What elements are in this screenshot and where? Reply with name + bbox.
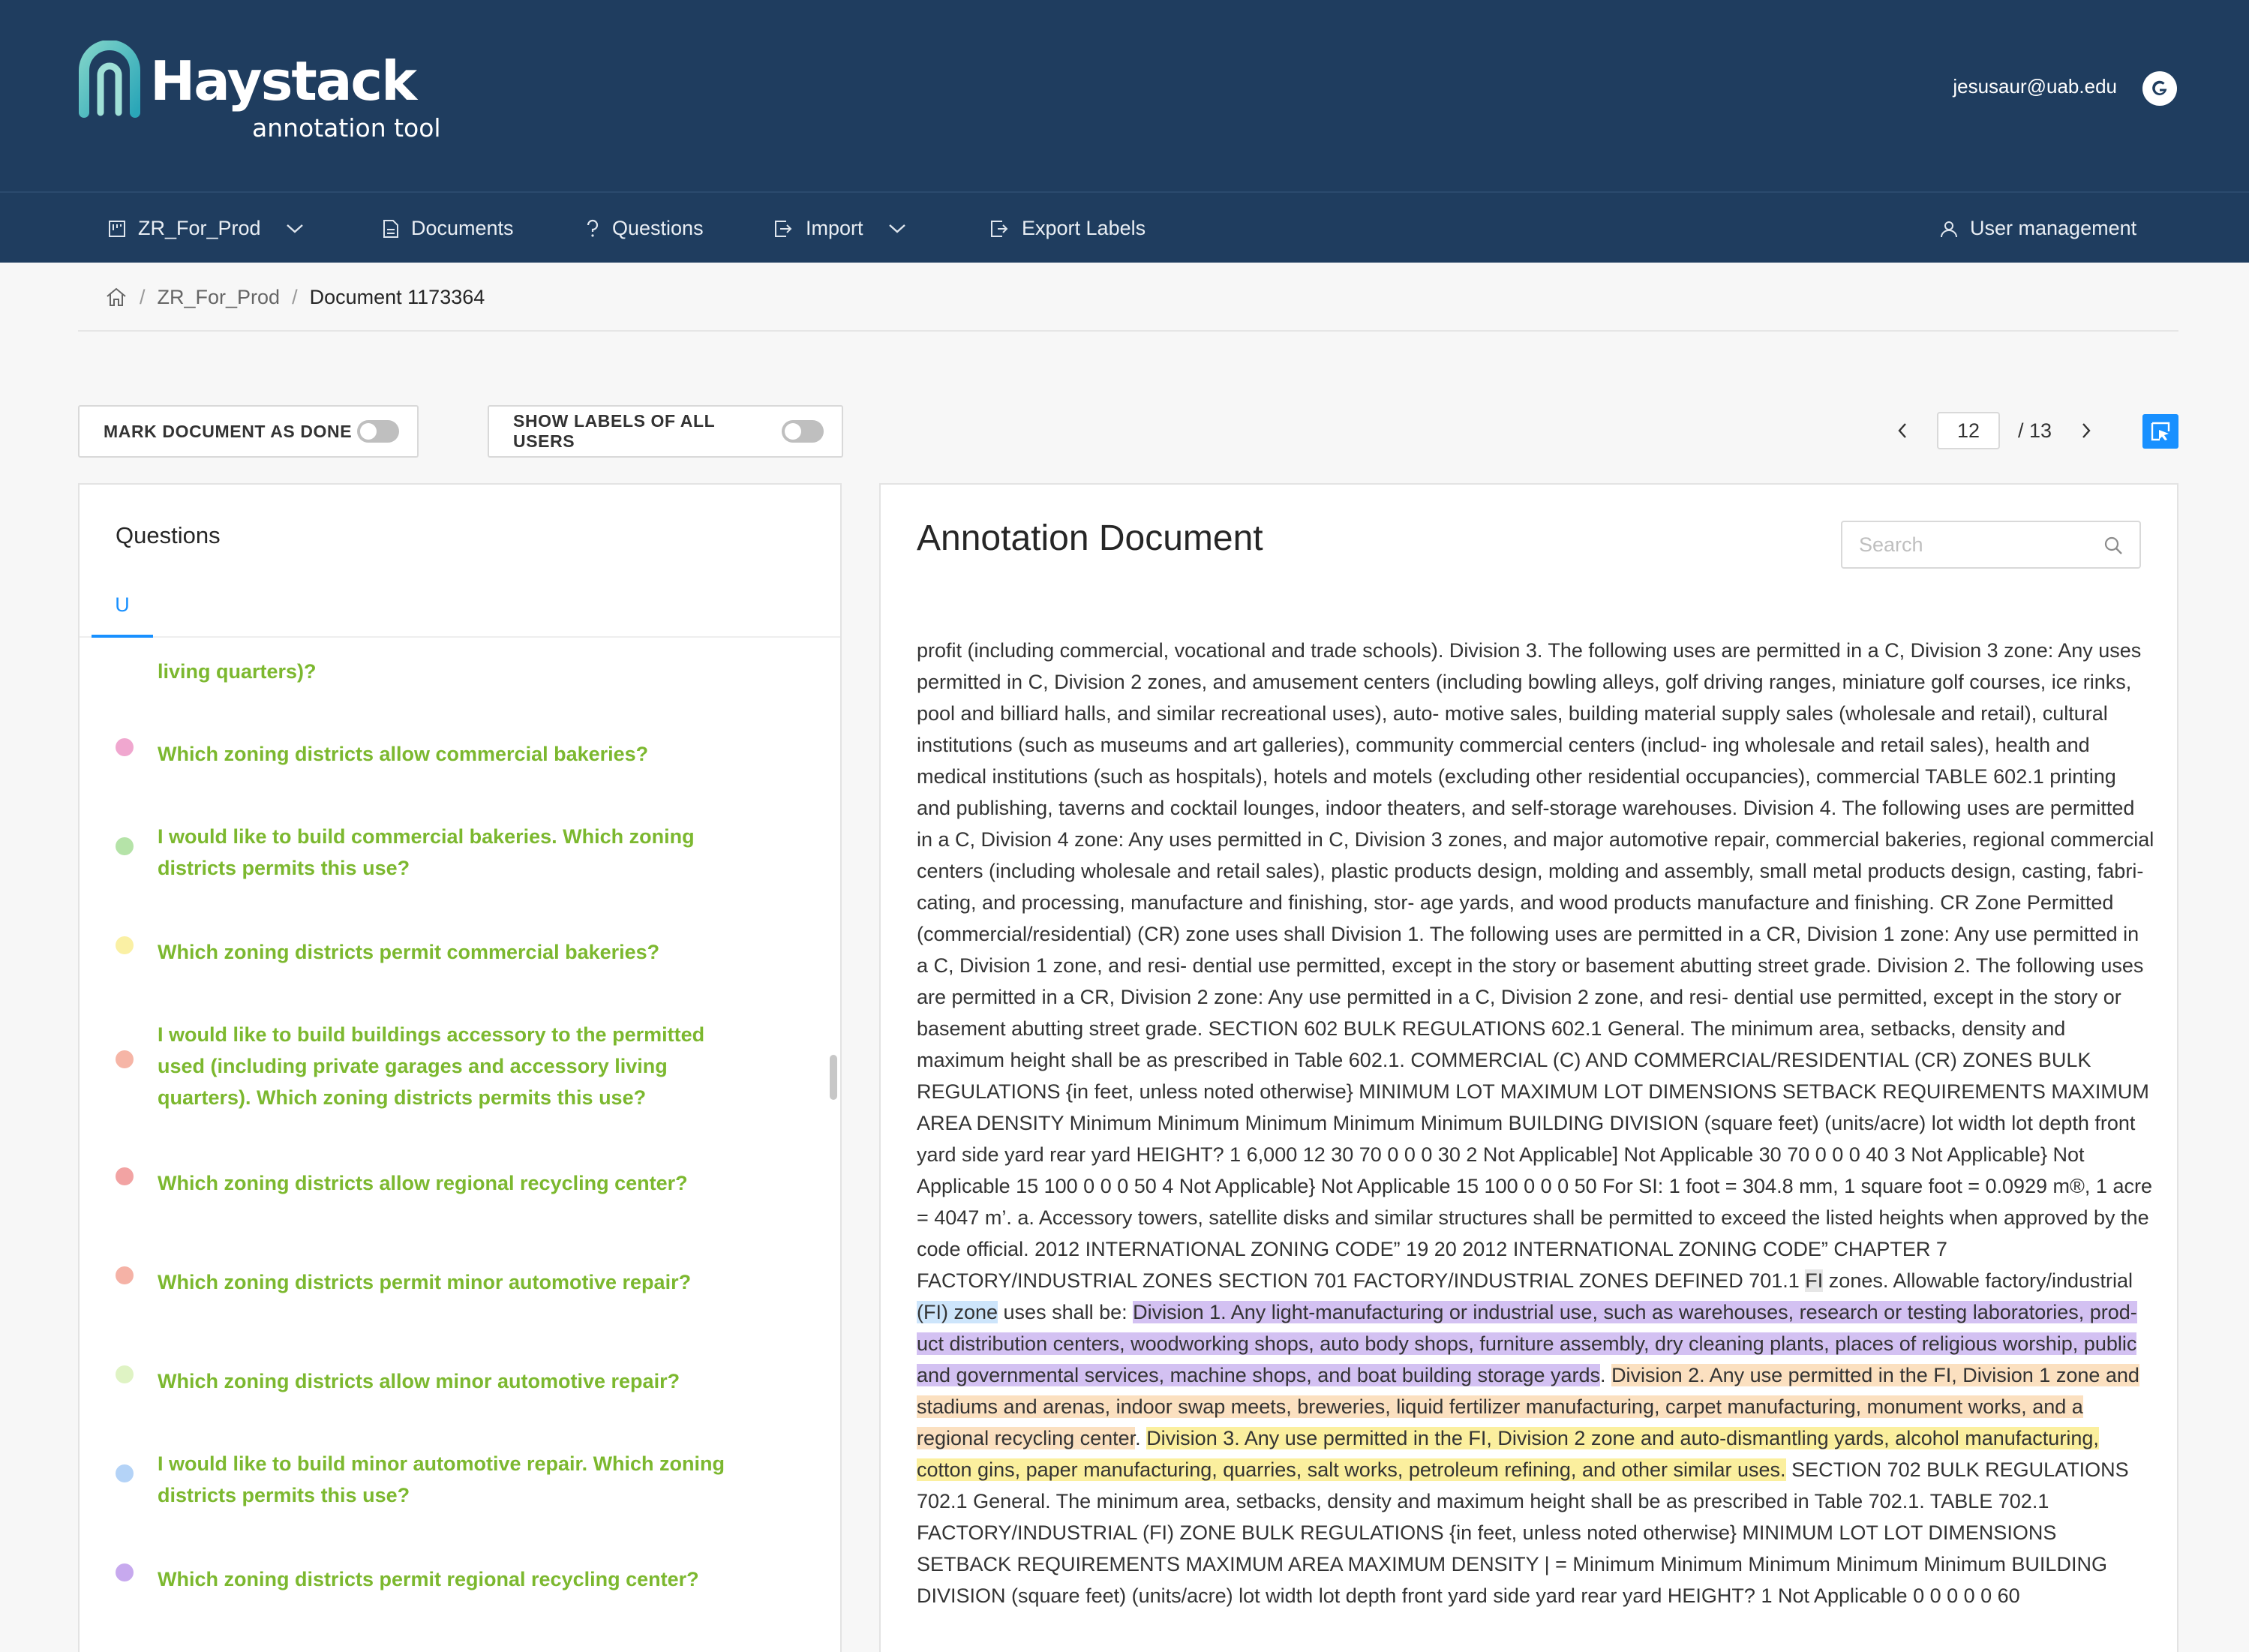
question-item[interactable]: Which zoning districts allow commercial …	[116, 738, 791, 770]
nav-questions[interactable]: Questions	[585, 193, 704, 264]
breadcrumb-divider	[78, 330, 2178, 332]
question-item[interactable]: I would like to build commercial bakerie…	[116, 821, 791, 884]
chevron-left-icon	[1898, 423, 1906, 438]
document-pager: / 13	[1883, 411, 2106, 450]
question-item[interactable]: I would like to build buildings accessor…	[116, 1019, 791, 1113]
search-input[interactable]	[1842, 522, 2097, 567]
question-item[interactable]: living quarters)?	[116, 656, 791, 687]
question-icon	[587, 219, 599, 237]
questions-panel: Questions U living quarters)? Which zoni…	[78, 483, 842, 1652]
question-text: Which zoning districts allow regional re…	[158, 1172, 688, 1194]
home-icon[interactable]	[105, 287, 128, 308]
chevron-down-icon	[888, 224, 905, 233]
question-color-dot	[116, 1464, 134, 1482]
user-email: jesusaur@uab.edu	[1953, 75, 2117, 98]
main-nav: ZR_For_Prod Documents Questions Import E…	[0, 191, 2249, 263]
haystack-logo-icon	[79, 41, 140, 118]
user-icon	[1941, 221, 1957, 237]
nav-import-label: Import	[806, 217, 863, 239]
tab-bar-divider	[80, 636, 840, 638]
show-all-labels-label: SHOW LABELS OF ALL USERS	[513, 411, 715, 451]
question-item[interactable]: I would like to build minor automotive r…	[116, 1448, 791, 1511]
nav-user-management-label: User management	[1970, 217, 2137, 239]
question-color-dot	[116, 837, 134, 855]
question-color-dot	[116, 656, 134, 674]
question-color-dot	[116, 1167, 134, 1185]
document-title: Annotation Document	[917, 518, 1263, 558]
project-icon	[109, 220, 125, 237]
logo-title: Haystack	[150, 50, 417, 113]
question-text: I would like to build buildings accessor…	[158, 1023, 705, 1109]
nav-export-label: Export Labels	[1022, 217, 1146, 239]
question-item[interactable]: Which zoning districts permit minor auto…	[116, 1266, 791, 1298]
question-item[interactable]: Which zoning districts allow minor autom…	[116, 1365, 791, 1397]
show-all-labels-toggle-box: SHOW LABELS OF ALL USERS	[488, 405, 843, 458]
doc-segment: uses shall be:	[998, 1301, 1134, 1323]
select-cursor-icon	[2151, 422, 2170, 441]
doc-segment: zones. Allowable factory/industrial	[1823, 1269, 2133, 1292]
app-logo[interactable]: Haystack annotation tool	[78, 41, 498, 153]
document-icon	[383, 219, 398, 238]
doc-segment-highlight[interactable]: FI	[1805, 1269, 1824, 1292]
select-tool-button[interactable]	[2142, 414, 2178, 449]
question-text: Which zoning districts permit commercial…	[158, 941, 660, 963]
question-text: I would like to build minor automotive r…	[158, 1452, 725, 1506]
question-color-dot	[116, 738, 134, 756]
mark-done-toggle-box: MARK DOCUMENT AS DONE	[78, 405, 419, 458]
question-text: Which zoning districts allow minor autom…	[158, 1370, 680, 1392]
nav-import-dropdown[interactable]: Import	[774, 193, 907, 264]
question-item[interactable]: Which zoning districts permit commercial…	[116, 936, 791, 968]
question-item[interactable]: Which zoning districts permit regional r…	[116, 1563, 791, 1595]
question-color-dot	[116, 1266, 134, 1284]
mark-done-label: MARK DOCUMENT AS DONE	[104, 421, 353, 441]
nav-user-management[interactable]: User management	[1940, 193, 2136, 264]
question-text: living quarters)?	[158, 660, 317, 683]
search-icon[interactable]	[2103, 536, 2123, 555]
document-search	[1841, 521, 2141, 569]
prev-page-button[interactable]	[1883, 411, 1922, 450]
breadcrumb-separator: /	[140, 285, 146, 308]
question-text: Which zoning districts allow commercial …	[158, 743, 649, 765]
question-text: Which zoning districts permit minor auto…	[158, 1271, 692, 1293]
next-page-button[interactable]	[2067, 411, 2106, 450]
nav-questions-label: Questions	[612, 217, 704, 239]
show-all-labels-switch[interactable]	[782, 420, 824, 443]
questions-scrollbar[interactable]	[830, 1055, 837, 1100]
page-number-input[interactable]	[1937, 412, 2000, 449]
question-color-dot	[116, 1050, 134, 1068]
breadcrumb-current: Document 1173364	[309, 285, 485, 308]
active-tab-indicator	[92, 635, 153, 638]
doc-segment: .	[1135, 1427, 1147, 1449]
chevron-down-icon	[286, 224, 303, 233]
nav-project-dropdown[interactable]: ZR_For_Prod	[108, 193, 305, 264]
annotation-document-panel: Annotation Document profit (including co…	[879, 483, 2178, 1652]
import-icon	[775, 220, 792, 237]
chevron-right-icon	[2082, 423, 2091, 438]
breadcrumb-project[interactable]: ZR_For_Prod	[158, 286, 281, 309]
google-account-icon[interactable]	[2142, 71, 2177, 106]
question-text: Which zoning districts permit regional r…	[158, 1568, 699, 1590]
question-color-dot	[116, 1563, 134, 1581]
document-text[interactable]: profit (including commercial, vocational…	[917, 635, 2154, 1611]
question-item[interactable]: Which zoning districts allow regional re…	[116, 1167, 791, 1199]
top-header: Haystack annotation tool jesusaur@uab.ed…	[0, 0, 2249, 191]
tab-u[interactable]: U	[92, 590, 153, 627]
doc-segment-highlight[interactable]: (FI) zone	[917, 1301, 998, 1323]
mark-done-switch[interactable]	[357, 420, 399, 443]
doc-segment: profit (including commercial, vocational…	[917, 639, 2154, 1292]
page-total: / 13	[2018, 419, 2052, 442]
nav-project-label: ZR_For_Prod	[138, 217, 261, 239]
questions-title: Questions	[116, 522, 221, 548]
doc-segment: .	[1600, 1364, 1612, 1386]
breadcrumb: / ZR_For_Prod / Document 1173364	[105, 284, 485, 311]
question-text: I would like to build commercial bakerie…	[158, 825, 695, 879]
breadcrumb-separator: /	[292, 285, 298, 308]
logo-subtitle: annotation tool	[252, 113, 441, 143]
nav-export-labels[interactable]: Export Labels	[990, 193, 1146, 264]
question-color-dot	[116, 1365, 134, 1383]
export-icon	[991, 220, 1008, 237]
nav-documents[interactable]: Documents	[383, 193, 514, 264]
nav-documents-label: Documents	[411, 217, 514, 239]
question-color-dot	[116, 936, 134, 954]
